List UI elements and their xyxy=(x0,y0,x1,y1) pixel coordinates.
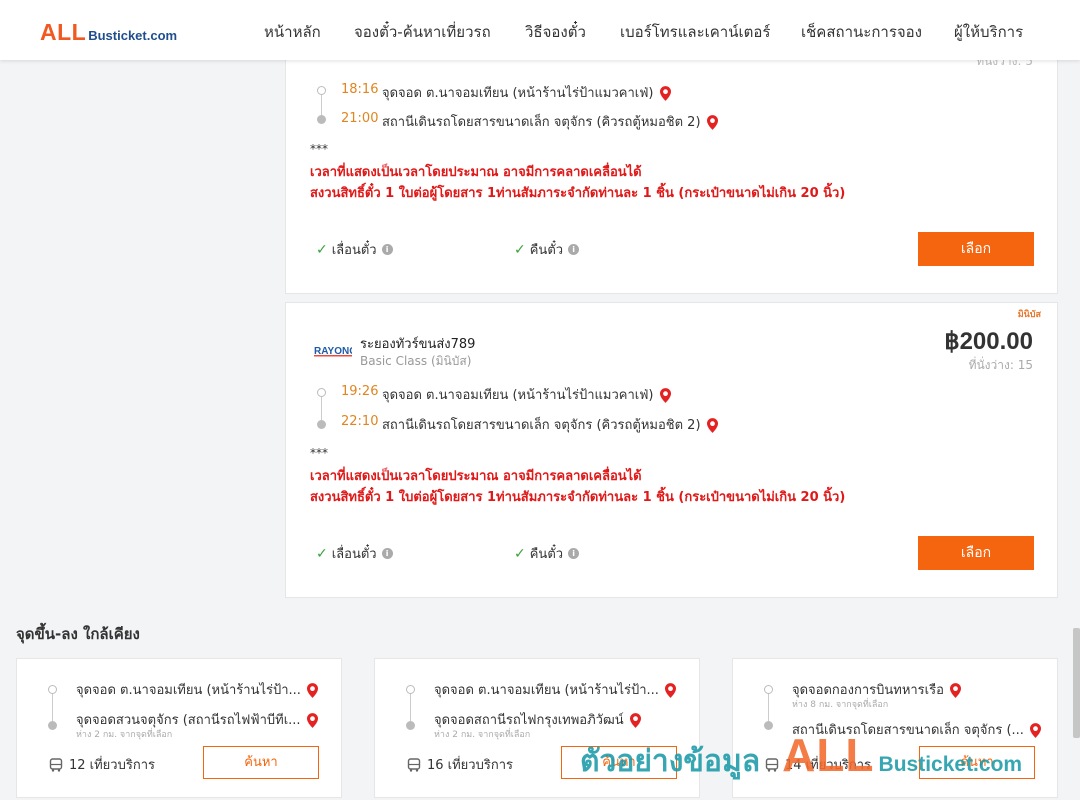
arrival-stop: สถานีเดินรถโดยสารขนาดเล็ก จตุจักร (คิวรถ… xyxy=(382,414,718,435)
main-nav: หน้าหลัก จองตั๋ว-ค้นหาเที่ยวรถ วิธีจองตั… xyxy=(0,0,1080,60)
nearby-stops-title: จุดขึ้น-ลง ใกล้เคียง xyxy=(16,625,140,643)
map-pin-icon[interactable] xyxy=(659,388,671,403)
departure-time: 19:26 xyxy=(341,384,379,399)
vehicle-tag: มินิบัส xyxy=(1017,310,1041,320)
nearby-search-button[interactable]: ค้นหา xyxy=(561,746,677,779)
note-stars: *** xyxy=(310,446,328,460)
operator-name: ระยองทัวร์ขนส่ง789 xyxy=(360,337,476,352)
notice-line: เวลาที่แสดงเป็นเวลาโดยประมาณ อาจมีการคลา… xyxy=(310,469,642,484)
map-pin-icon[interactable] xyxy=(306,683,318,698)
map-pin-icon[interactable] xyxy=(706,418,718,433)
nearby-from-stop: จุดจอด ต.นาจอมเทียน (หน้าร้านไร่ป้า... xyxy=(434,679,676,700)
arrival-dot xyxy=(406,721,415,730)
check-icon: ✓ xyxy=(514,545,526,562)
map-pin-icon[interactable] xyxy=(949,683,961,698)
departure-stop: จุดจอด ต.นาจอมเทียน (หน้าร้านไร่ป้าแมวคา… xyxy=(382,82,671,103)
departure-dot xyxy=(48,685,57,694)
select-button[interactable]: เลือก xyxy=(918,536,1034,570)
nearby-distance: ห่าง 2 กม. จากจุดที่เลือก xyxy=(434,730,531,740)
nearby-card: จุดจอด ต.นาจอมเทียน (หน้าร้านไร่ป้า... จ… xyxy=(374,658,700,798)
info-icon[interactable]: i xyxy=(568,244,580,255)
nearby-card: จุดจอด ต.นาจอมเทียน (หน้าร้านไร่ป้า... จ… xyxy=(16,658,342,798)
nav-booking-status[interactable]: เช็คสถานะการจอง xyxy=(801,20,922,44)
nearby-trip-count: 14 เที่ยวบริการ xyxy=(765,754,871,775)
feature-refund: ✓ คืนตั๋ว i xyxy=(514,239,580,260)
arrival-dot xyxy=(764,721,773,730)
nearby-distance: ห่าง 8 กม. จากจุดที่เลือก xyxy=(792,700,889,710)
arrival-dot xyxy=(317,420,326,429)
feature-refund: ✓ คืนตั๋ว i xyxy=(514,543,580,564)
notice-line: เวลาที่แสดงเป็นเวลาโดยประมาณ อาจมีการคลา… xyxy=(310,165,642,180)
check-icon: ✓ xyxy=(316,241,328,258)
map-pin-icon[interactable] xyxy=(1029,723,1041,738)
notice-line: สงวนสิทธิ์ตั๋ว 1 ใบต่อผู้โดยสาร 1ท่านสัม… xyxy=(310,490,846,505)
nearby-search-button[interactable]: ค้นหา xyxy=(203,746,319,779)
nearby-search-button[interactable]: ค้นหา xyxy=(919,746,1035,779)
trip-card: ที่นั่งว่าง: 5 18:16 จุดจอด ต.นาจอมเทียน… xyxy=(285,48,1058,294)
map-pin-icon[interactable] xyxy=(706,115,718,130)
seats-available: ที่นั่งว่าง: 15 xyxy=(968,358,1033,372)
check-icon: ✓ xyxy=(514,241,526,258)
map-pin-icon[interactable] xyxy=(306,713,318,728)
arrival-time: 21:00 xyxy=(341,111,379,126)
bus-icon xyxy=(49,757,63,772)
note-stars: *** xyxy=(310,142,328,156)
map-pin-icon[interactable] xyxy=(664,683,676,698)
departure-stop: จุดจอด ต.นาจอมเทียน (หน้าร้านไร่ป้าแมวคา… xyxy=(382,384,671,405)
info-icon[interactable]: i xyxy=(381,244,393,255)
nav-operators[interactable]: ผู้ให้บริการ xyxy=(954,20,1023,44)
arrival-dot xyxy=(317,115,326,124)
service-class: Basic Class (มินิบัส) xyxy=(360,354,472,368)
feature-reschedule: ✓ เลื่อนตั๋ว i xyxy=(316,239,393,260)
bus-icon xyxy=(765,757,779,772)
trip-card: มินิบัส RAYONG ระยองทัวร์ขนส่ง789 Basic … xyxy=(285,302,1058,598)
info-icon[interactable]: i xyxy=(381,548,393,559)
info-icon[interactable]: i xyxy=(568,548,580,559)
nav-phone-counter[interactable]: เบอร์โทรและเคาน์เตอร์ xyxy=(620,20,770,44)
departure-dot xyxy=(764,685,773,694)
select-button[interactable]: เลือก xyxy=(918,232,1034,266)
nearby-trip-count: 12 เที่ยวบริการ xyxy=(49,754,155,775)
map-pin-icon[interactable] xyxy=(659,86,671,101)
departure-dot xyxy=(317,388,326,397)
departure-dot xyxy=(406,685,415,694)
operator-logo: RAYONG xyxy=(314,343,352,357)
nav-home[interactable]: หน้าหลัก xyxy=(264,20,321,44)
nav-book-search[interactable]: จองตั๋ว-ค้นหาเที่ยวรถ xyxy=(354,20,491,44)
ticket-price: ฿200.00 xyxy=(944,328,1033,355)
bus-icon xyxy=(407,757,421,772)
map-pin-icon[interactable] xyxy=(629,713,641,728)
nearby-trip-count: 16 เที่ยวบริการ xyxy=(407,754,513,775)
notice-line: สงวนสิทธิ์ตั๋ว 1 ใบต่อผู้โดยสาร 1ท่านสัม… xyxy=(310,186,846,201)
feature-reschedule: ✓ เลื่อนตั๋ว i xyxy=(316,543,393,564)
check-icon: ✓ xyxy=(316,545,328,562)
nearby-card: จุดจอดกองการบินทหารเรือ ห่าง 8 กม. จากจุ… xyxy=(732,658,1058,798)
nearby-from-stop: จุดจอด ต.นาจอมเทียน (หน้าร้านไร่ป้า... xyxy=(76,679,318,700)
arrival-stop: สถานีเดินรถโดยสารขนาดเล็ก จตุจักร (คิวรถ… xyxy=(382,111,718,132)
nearby-distance: ห่าง 2 กม. จากจุดที่เลือก xyxy=(76,730,173,740)
site-header: ALL Busticket.com หน้าหลัก จองตั๋ว-ค้นหา… xyxy=(0,0,1080,60)
arrival-dot xyxy=(48,721,57,730)
departure-dot xyxy=(317,86,326,95)
arrival-time: 22:10 xyxy=(341,414,379,429)
nearby-to-stop: สถานีเดินรถโดยสารขนาดเล็ก จตุจักร (... xyxy=(792,719,1041,740)
page-scrollbar[interactable] xyxy=(1073,628,1080,738)
departure-time: 18:16 xyxy=(341,82,379,97)
nav-how-to-book[interactable]: วิธีจองตั๋ว xyxy=(525,20,586,44)
